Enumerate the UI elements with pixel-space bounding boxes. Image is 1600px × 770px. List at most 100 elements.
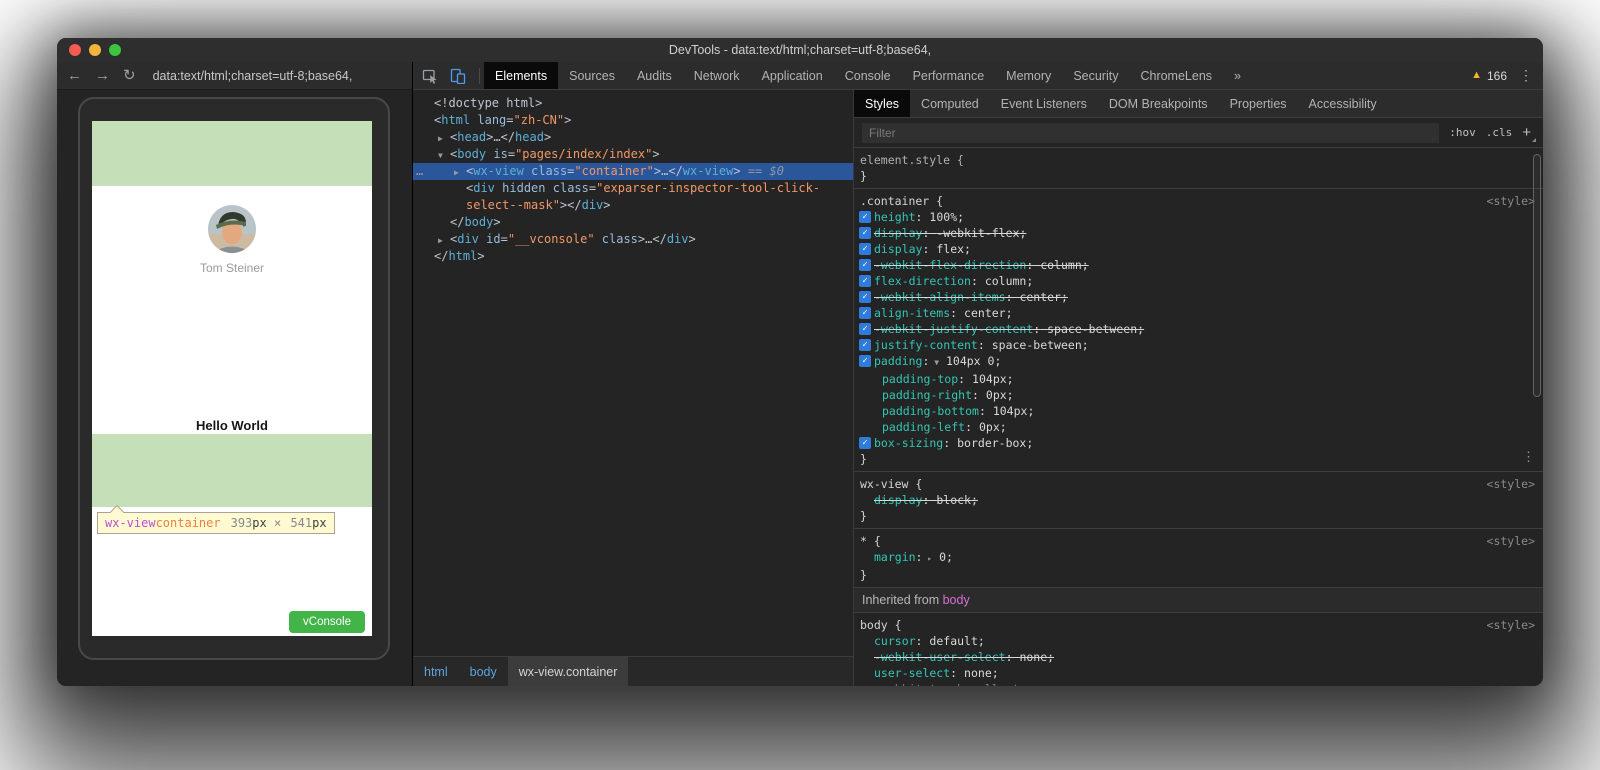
stylesheet-link[interactable]: <style>	[1487, 533, 1535, 549]
breadcrumb-wx-view-container[interactable]: wx-view.container	[508, 657, 629, 686]
rule-selector[interactable]: body {	[860, 617, 902, 633]
vconsole-button[interactable]: vConsole	[289, 611, 365, 633]
class-toggle[interactable]: .cls	[1486, 126, 1513, 139]
sidebar-tab-styles[interactable]: Styles	[854, 90, 910, 117]
property-checkbox[interactable]: ✓	[859, 243, 871, 255]
rule-selector[interactable]: element.style {	[860, 152, 964, 168]
property-checkbox[interactable]: ✓	[859, 307, 871, 319]
css-property[interactable]: ✓justify-content: space-between;	[854, 337, 1543, 353]
breadcrumb-body[interactable]: body	[459, 657, 508, 686]
css-property[interactable]: ✓align-items: center;	[854, 305, 1543, 321]
inspect-element-icon[interactable]	[418, 65, 442, 87]
expand-arrow-icon[interactable]: ▶	[438, 130, 443, 147]
property-checkbox[interactable]: ✓	[859, 211, 871, 223]
style-rule-section: wx-view {<style>display: block;}	[854, 472, 1543, 529]
minimize-button[interactable]	[89, 44, 101, 56]
tree-node[interactable]: ▶<head>…</head>	[413, 129, 853, 146]
styles-scrollbar[interactable]	[1533, 154, 1541, 397]
property-checkbox[interactable]: ✓	[859, 437, 871, 449]
forward-icon[interactable]: →	[95, 68, 110, 83]
new-style-rule-button[interactable]: +	[1522, 125, 1531, 140]
property-checkbox[interactable]: ✓	[859, 291, 871, 303]
profile-name: Tom Steiner	[92, 261, 372, 275]
stylesheet-link[interactable]: <style>	[1487, 617, 1535, 633]
styles-filter-input[interactable]	[862, 123, 1439, 143]
back-icon[interactable]: ←	[67, 68, 82, 83]
sidebar-tab-dom-breakpoints[interactable]: DOM Breakpoints	[1098, 90, 1219, 117]
tab-network[interactable]: Network	[683, 62, 751, 89]
css-property[interactable]: padding-top: 104px;	[854, 371, 1543, 387]
css-property[interactable]: ✓display: flex;	[854, 241, 1543, 257]
rule-selector[interactable]: .container {	[860, 193, 943, 209]
css-property[interactable]: ✓-webkit-flex-direction: column;	[854, 257, 1543, 273]
tab-chromelens[interactable]: ChromeLens	[1129, 62, 1223, 89]
expand-arrow-icon[interactable]: ▶	[454, 164, 459, 181]
tab-audits[interactable]: Audits	[626, 62, 683, 89]
sidebar-tab-event-listeners[interactable]: Event Listeners	[990, 90, 1098, 117]
zoom-button[interactable]	[109, 44, 121, 56]
property-checkbox[interactable]: ✓	[859, 339, 871, 351]
devtools-window: DevTools - data:text/html;charset=utf-8;…	[57, 38, 1543, 686]
css-property[interactable]: ✓box-sizing: border-box;	[854, 435, 1543, 451]
property-checkbox[interactable]: ✓	[859, 355, 871, 367]
breadcrumb-html[interactable]: html	[413, 657, 459, 686]
rule-selector[interactable]: wx-view {	[860, 476, 922, 492]
css-property[interactable]: ✓-webkit-align-items: center;	[854, 289, 1543, 305]
rule-selector[interactable]: * {	[860, 533, 881, 549]
css-property[interactable]: cursor: default;	[854, 633, 1543, 649]
property-checkbox[interactable]: ✓	[859, 227, 871, 239]
tree-node[interactable]: </body>	[413, 214, 853, 231]
close-button[interactable]	[69, 44, 81, 56]
tree-node[interactable]: ▼<body is="pages/index/index">	[413, 146, 853, 163]
tab-sources[interactable]: Sources	[558, 62, 626, 89]
property-checkbox[interactable]: ✓	[859, 275, 871, 287]
stylesheet-link[interactable]: <style>	[1487, 476, 1535, 492]
warning-badge[interactable]: ▲ 166	[1471, 69, 1507, 83]
tree-node-selected[interactable]: …▶<wx-view class="container">…</wx-view>…	[413, 163, 853, 180]
collapse-arrow-icon[interactable]: ▼	[438, 147, 443, 164]
style-rule-section: * {<style>margin: ▸ 0;}	[854, 529, 1543, 588]
css-property[interactable]: user-select: none;	[854, 665, 1543, 681]
expand-arrow-icon[interactable]: ▶	[438, 232, 443, 249]
breadcrumb: htmlbodywx-view.container	[413, 656, 853, 686]
css-property[interactable]: ✓display: -webkit-flex;	[854, 225, 1543, 241]
tab-application[interactable]: Application	[751, 62, 834, 89]
tree-node[interactable]: select--mask"></div>	[413, 197, 853, 214]
devtools-menu-icon[interactable]: ⋮	[1519, 67, 1533, 84]
tab-performance[interactable]: Performance	[902, 62, 996, 89]
warning-icon: ▲	[1471, 70, 1482, 81]
tree-node[interactable]: </html>	[413, 248, 853, 265]
css-property[interactable]: display: block;	[854, 492, 1543, 508]
css-property[interactable]: padding-bottom: 104px;	[854, 403, 1543, 419]
css-property[interactable]: ✓padding: ▼ 104px 0;	[854, 353, 1543, 371]
tab-memory[interactable]: Memory	[995, 62, 1062, 89]
inherited-target-link[interactable]: body	[943, 593, 970, 607]
css-property[interactable]: ✓height: 100%;	[854, 209, 1543, 225]
tree-node[interactable]: <html lang="zh-CN">	[413, 112, 853, 129]
css-property[interactable]: -webkit-user-select: none;	[854, 649, 1543, 665]
css-property[interactable]: margin: ▸ 0;	[854, 549, 1543, 567]
css-property[interactable]: ▲-webkit-touch-callout: none;	[854, 681, 1543, 686]
url-bar[interactable]: data:text/html;charset=utf-8;base64,	[153, 69, 353, 83]
property-checkbox[interactable]: ✓	[859, 259, 871, 271]
stylesheet-link[interactable]: <style>	[1487, 193, 1535, 209]
tab-more[interactable]: »	[1223, 62, 1252, 89]
css-property[interactable]: ✓-webkit-justify-content: space-between;	[854, 321, 1543, 337]
property-checkbox[interactable]: ✓	[859, 323, 871, 335]
tab-console[interactable]: Console	[834, 62, 902, 89]
sidebar-tab-properties[interactable]: Properties	[1219, 90, 1298, 117]
tab-elements[interactable]: Elements	[484, 62, 558, 89]
css-property[interactable]: padding-left: 0px;	[854, 419, 1543, 435]
device-toolbar-icon[interactable]	[446, 65, 470, 87]
sidebar-tab-accessibility[interactable]: Accessibility	[1298, 90, 1388, 117]
pseudo-state-toggle[interactable]: :hov	[1449, 126, 1476, 139]
tree-node[interactable]: <!doctype html>	[413, 95, 853, 112]
rule-more-actions-icon[interactable]: ⋮	[1522, 450, 1535, 465]
css-property[interactable]: padding-right: 0px;	[854, 387, 1543, 403]
css-property[interactable]: ✓flex-direction: column;	[854, 273, 1543, 289]
sidebar-tab-computed[interactable]: Computed	[910, 90, 990, 117]
tree-node[interactable]: ▶<div id="__vconsole" class>…</div>	[413, 231, 853, 248]
tree-node[interactable]: <div hidden class="exparser-inspector-to…	[413, 180, 853, 197]
tab-security[interactable]: Security	[1062, 62, 1129, 89]
reload-icon[interactable]: ↻	[123, 68, 136, 83]
